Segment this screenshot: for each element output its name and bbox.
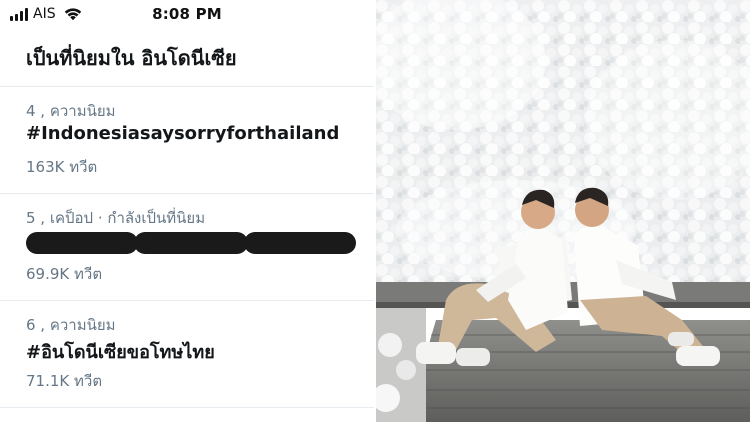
trend-tweet-count: 69.9K ทวีต — [26, 265, 103, 283]
trend-meta: 6 , ความนิยม — [26, 316, 116, 334]
trend-item[interactable]: 5 , เคป็อป · กำลังเป็นที่นิยม 69.9K ทวีต — [0, 194, 374, 301]
trend-item[interactable]: 4 , ความนิยม #Indonesiasaysorryforthaila… — [0, 87, 374, 194]
trend-meta: 5 , เคป็อป · กำลังเป็นที่นิยม — [26, 209, 206, 227]
trend-name: #Indonesiasaysorryforthailand — [26, 123, 340, 144]
trend-tweet-count: 163K ทวีต — [26, 158, 98, 176]
trends-header: เป็นที่นิยมใน อินโดนีเซีย — [0, 28, 374, 87]
trends-screenshot: AIS 8:08 PM เป็นที่นิยมใน อินโดนีเซีย 4 … — [0, 0, 374, 422]
redaction-bar — [26, 232, 138, 254]
redacted-trend-name — [26, 232, 356, 254]
status-time: 8:08 PM — [152, 5, 222, 23]
trend-item[interactable]: 6 , ความนิยม #อินโดนีเซียขอโทษไทย 71.1K … — [0, 301, 374, 408]
status-bar: AIS 8:08 PM — [0, 0, 374, 28]
redaction-bar — [244, 232, 356, 254]
page-title: เป็นที่นิยมใน อินโดนีเซีย — [26, 46, 237, 70]
trend-meta: 4 , ความนิยม — [26, 102, 116, 120]
trend-tweet-count: 71.1K ทวีต — [26, 372, 103, 390]
trend-name: #อินโดนีเซียขอโทษไทย — [26, 342, 215, 363]
redaction-bar — [134, 232, 248, 254]
photo-illustration — [376, 0, 750, 422]
couple-photo — [376, 0, 750, 422]
